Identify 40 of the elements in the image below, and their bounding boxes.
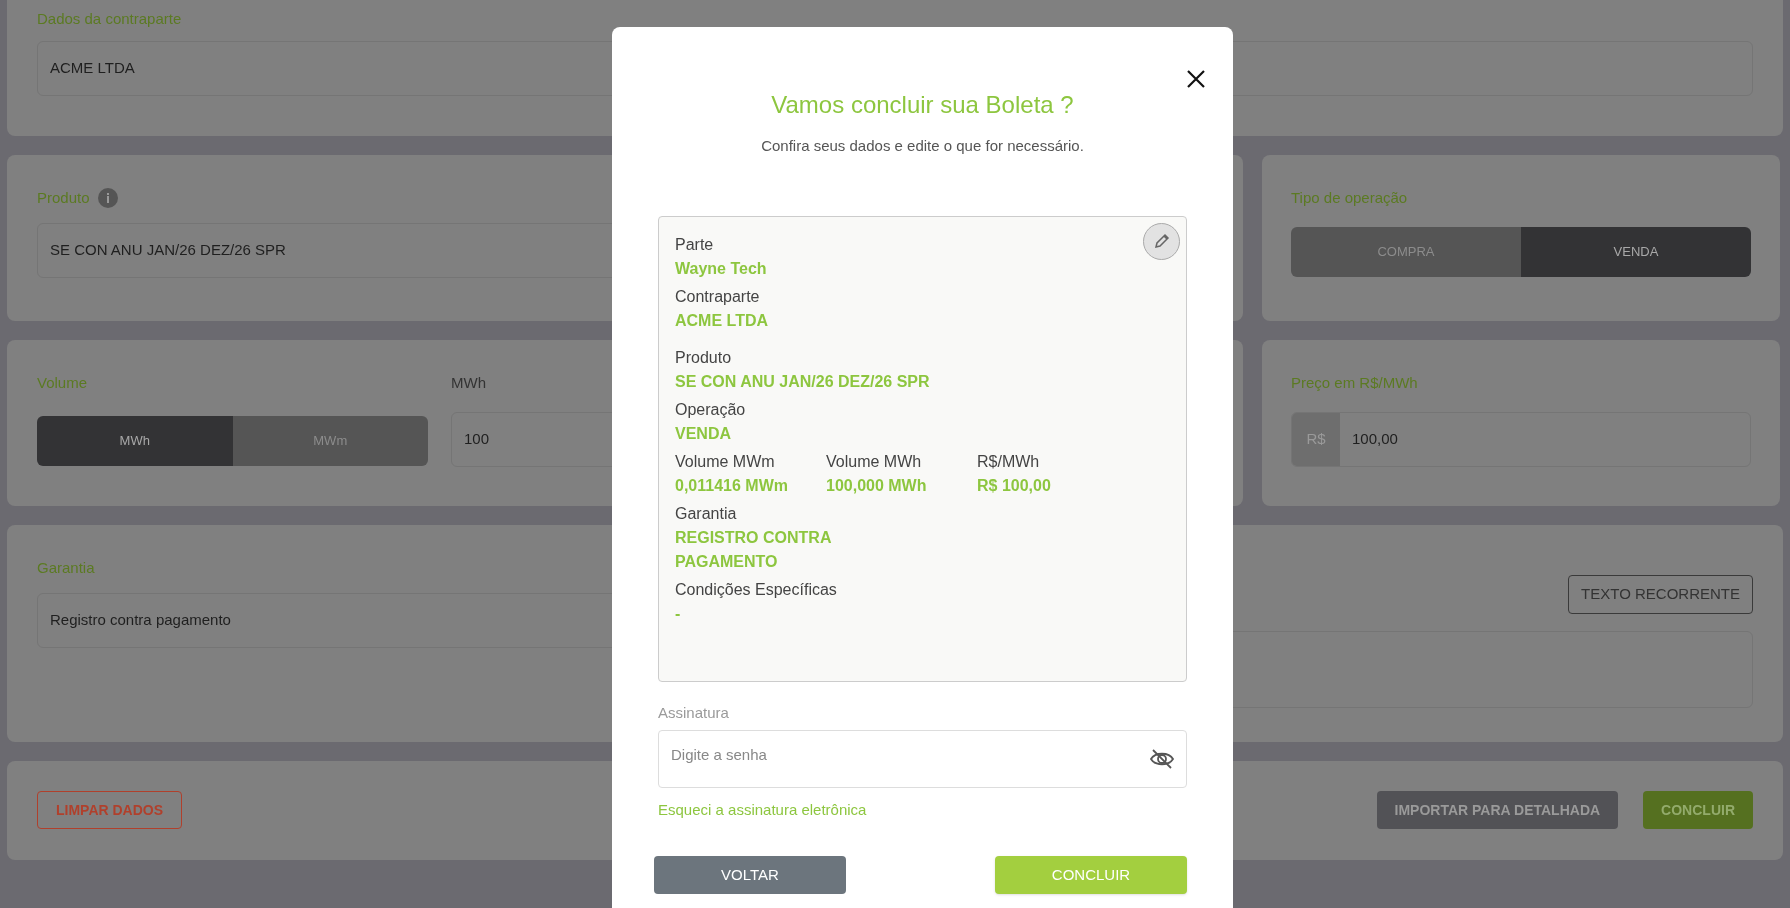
field-label: Produto — [37, 187, 90, 208]
summary-label: Parte — [675, 234, 714, 255]
edit-button[interactable] — [1143, 222, 1180, 260]
close-icon[interactable] — [1186, 69, 1206, 89]
info-icon[interactable] — [97, 187, 118, 208]
summary-value: VENDA — [675, 423, 731, 444]
field-label: MWh — [451, 372, 486, 393]
summary-label: Garantia — [675, 503, 737, 524]
summary-value: 0,011416 MWm — [675, 475, 788, 496]
summary-label: R$/MWh — [977, 451, 1040, 472]
modal-subtitle: Confira seus dados e edite o que for necessário. — [761, 136, 1084, 156]
password-field[interactable]: Digite a senha — [658, 730, 1187, 788]
summary-value: ACME LTDA — [675, 310, 769, 331]
summary-label: Operação — [675, 399, 746, 420]
hidden-eye-icon[interactable] — [1149, 748, 1175, 770]
pencil-icon — [1152, 232, 1171, 250]
summary-value: R$ 100,00 — [977, 475, 1051, 496]
field-label: Dados da contraparte — [37, 9, 182, 29]
conclude-button[interactable]: CONCLUIR — [995, 856, 1187, 894]
summary-label: Contraparte — [675, 286, 760, 307]
conclude-button[interactable]: CONCLUIR — [1643, 791, 1753, 829]
forgot-signature-link[interactable]: Esqueci a assinatura eletrônica — [658, 801, 867, 818]
summary-value: 100,000 MWh — [826, 475, 927, 496]
summary-value: REGISTRO CONTRA PAGAMENTO — [675, 527, 832, 572]
summary-value: - — [675, 603, 681, 624]
field-label: Volume — [37, 372, 88, 393]
field-label: Assinatura — [658, 702, 729, 723]
field-label: Garantia — [37, 557, 95, 578]
summary-label: Volume MWm — [675, 451, 775, 472]
summary-value: Wayne Tech — [675, 258, 767, 279]
field-label: Preço em R$/MWh — [1291, 372, 1418, 393]
summary-label: Volume MWh — [826, 451, 922, 472]
import-button[interactable]: IMPORTAR PARA DETALHADA — [1376, 791, 1619, 829]
summary-value: SE CON ANU JAN/26 DEZ/26 SPR — [675, 371, 930, 392]
field-label: Tipo de operação — [1291, 187, 1408, 208]
summary-label: Produto — [675, 347, 732, 368]
toggle-option[interactable]: VENDA — [1521, 227, 1751, 277]
back-button[interactable]: VOLTAR — [654, 856, 846, 894]
toggle-option[interactable]: MWh — [37, 416, 233, 466]
recurring-text-button[interactable]: TEXTO RECORRENTE — [1568, 574, 1753, 614]
